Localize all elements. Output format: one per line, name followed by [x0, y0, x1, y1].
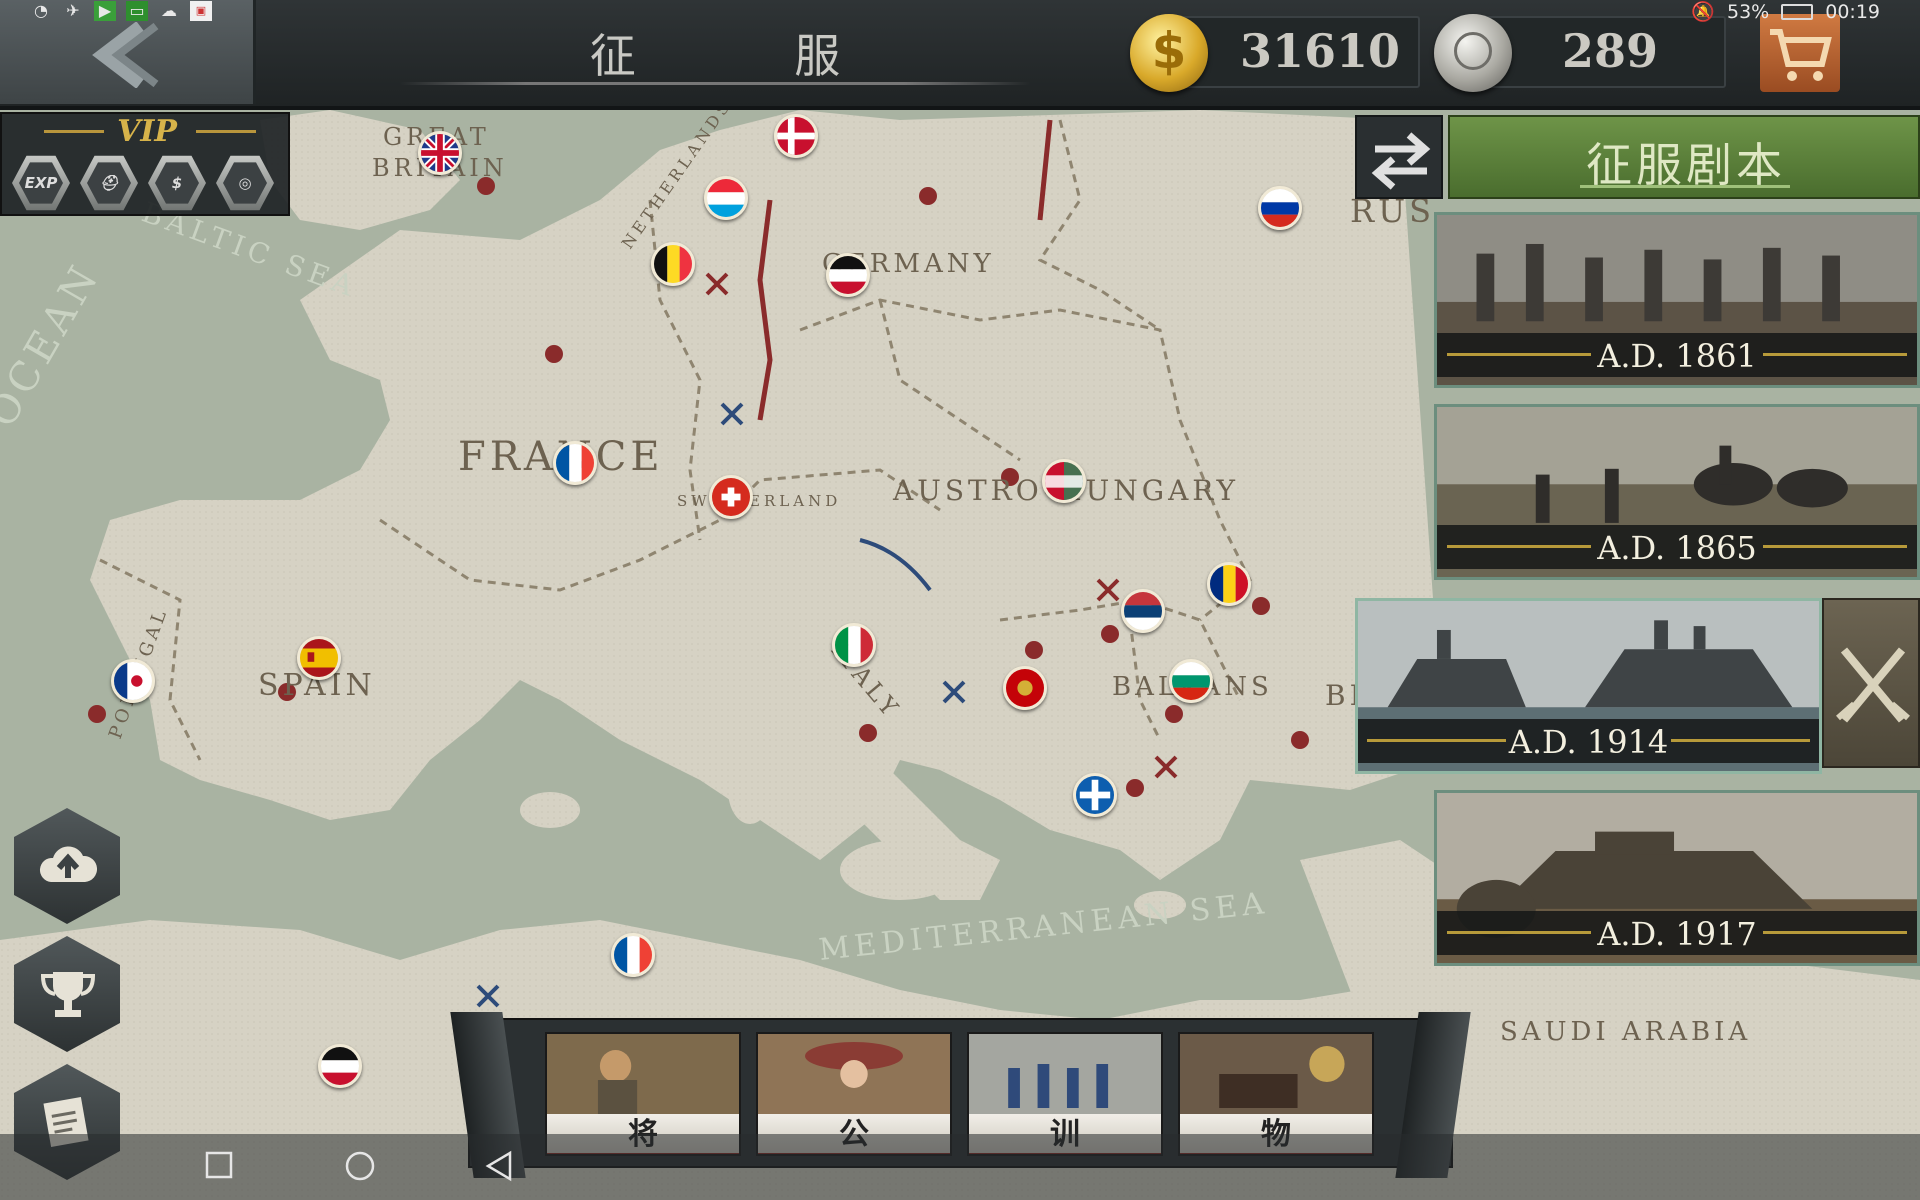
system-nav-bar	[0, 1134, 1920, 1200]
helmet-boost-icon: ⛑	[87, 162, 131, 204]
flag-bulgaria[interactable]	[1169, 659, 1213, 703]
flag-belgium[interactable]	[651, 242, 695, 286]
switch-mode-button[interactable]	[1355, 115, 1443, 199]
swap-arrows-icon	[1371, 132, 1431, 190]
scenario-1861[interactable]: A.D. 1861	[1434, 212, 1920, 388]
airplane-icon: ✈	[66, 1, 80, 20]
crossed-swords-icon	[1836, 647, 1910, 723]
vip-divider-right	[196, 130, 256, 133]
flag-denmark[interactable]	[774, 114, 818, 158]
gold-amount: 31610	[1240, 24, 1401, 78]
flag-serbia[interactable]	[1121, 589, 1165, 633]
scenario-year: A.D. 1865	[1597, 529, 1757, 567]
vip-medal-boost[interactable]: ◎	[216, 154, 274, 212]
svg-text:SWITZERLAND: SWITZERLAND	[677, 492, 841, 510]
scenario-year: A.D. 1861	[1597, 337, 1757, 375]
mute-icon: 🔕	[1691, 1, 1715, 23]
home-icon[interactable]	[344, 1150, 376, 1182]
game-screen: GREAT BRITAIN GERMANY FRANCE AUSTRO-HUNG…	[0, 0, 1920, 1200]
vip-coin-boost[interactable]: $	[148, 154, 206, 212]
title-underline	[400, 82, 1030, 85]
conquest-scenario-title: 征服剧本	[1586, 138, 1786, 192]
clock: 00:19	[1825, 0, 1880, 23]
coin-boost-icon: $	[155, 162, 199, 204]
flag-germany-africa[interactable]	[318, 1044, 362, 1088]
page-title: 征 服	[589, 29, 913, 83]
flag-britain[interactable]	[418, 131, 462, 175]
flag-portugal[interactable]	[111, 659, 155, 703]
flag-romania[interactable]	[1207, 562, 1251, 606]
trophy-icon	[40, 972, 96, 1017]
scenario-year: A.D. 1917	[1597, 915, 1757, 953]
flag-montenegro[interactable]	[1003, 666, 1047, 710]
tv-notification-icon: ▭	[126, 1, 148, 21]
scenario-1865[interactable]: A.D. 1865	[1434, 404, 1920, 580]
vip-exp-boost[interactable]: EXP	[12, 154, 70, 212]
flag-austria-hungary[interactable]	[1042, 459, 1086, 503]
battery-icon	[1781, 3, 1814, 20]
items-art	[1180, 1034, 1372, 1114]
app-notification-icon: ▶	[94, 1, 116, 21]
princess-art	[758, 1034, 950, 1114]
scenario-1917[interactable]: A.D. 1917	[1434, 790, 1920, 966]
flag-switzerland[interactable]	[709, 475, 753, 519]
app-icon: ▣	[190, 1, 212, 21]
shop-cart-button[interactable]	[1760, 14, 1840, 92]
gold-coin-icon: $	[1130, 14, 1208, 92]
medal-boost-icon: ◎	[223, 162, 267, 204]
recent-apps-icon[interactable]	[204, 1150, 234, 1180]
medal-icon	[1434, 14, 1512, 92]
vip-helmet-boost[interactable]: ⛑	[80, 154, 138, 212]
training-art	[969, 1034, 1161, 1114]
flag-italy[interactable]	[832, 623, 876, 667]
scenario-year: A.D. 1914	[1508, 723, 1669, 761]
scenario-1914[interactable]: A.D. 1914	[1355, 598, 1822, 774]
flag-spain[interactable]	[297, 636, 341, 680]
flag-russia[interactable]	[1258, 186, 1302, 230]
flag-greece[interactable]	[1073, 773, 1117, 817]
generals-art	[547, 1034, 739, 1114]
flag-france-africa[interactable]	[611, 933, 655, 977]
cart-icon	[1770, 29, 1832, 81]
cloud-icon: ☁	[161, 1, 177, 20]
flag-germany[interactable]	[826, 253, 870, 297]
conquest-scenario-header: 征服剧本	[1448, 115, 1920, 199]
start-battle-button[interactable]	[1822, 598, 1920, 768]
flag-luxembourg[interactable]	[704, 176, 748, 220]
back-arrow-icon	[92, 22, 159, 88]
exp-boost-icon: EXP	[19, 162, 63, 204]
back-nav-icon[interactable]	[484, 1150, 514, 1182]
svg-text:SAUDI ARABIA: SAUDI ARABIA	[1500, 1017, 1751, 1047]
battery-percent: 53%	[1727, 0, 1770, 23]
wifi-icon: ◔	[34, 1, 48, 20]
status-bar: ◔ ✈ ▶ ▭ ☁ ▣ 🔕 53% 00:19	[0, 0, 1920, 24]
flag-france[interactable]	[553, 441, 597, 485]
medal-amount: 289	[1562, 24, 1659, 78]
vip-panel: VIP EXP ⛑ $ ◎	[0, 112, 290, 216]
cloud-upload-icon	[40, 846, 97, 882]
